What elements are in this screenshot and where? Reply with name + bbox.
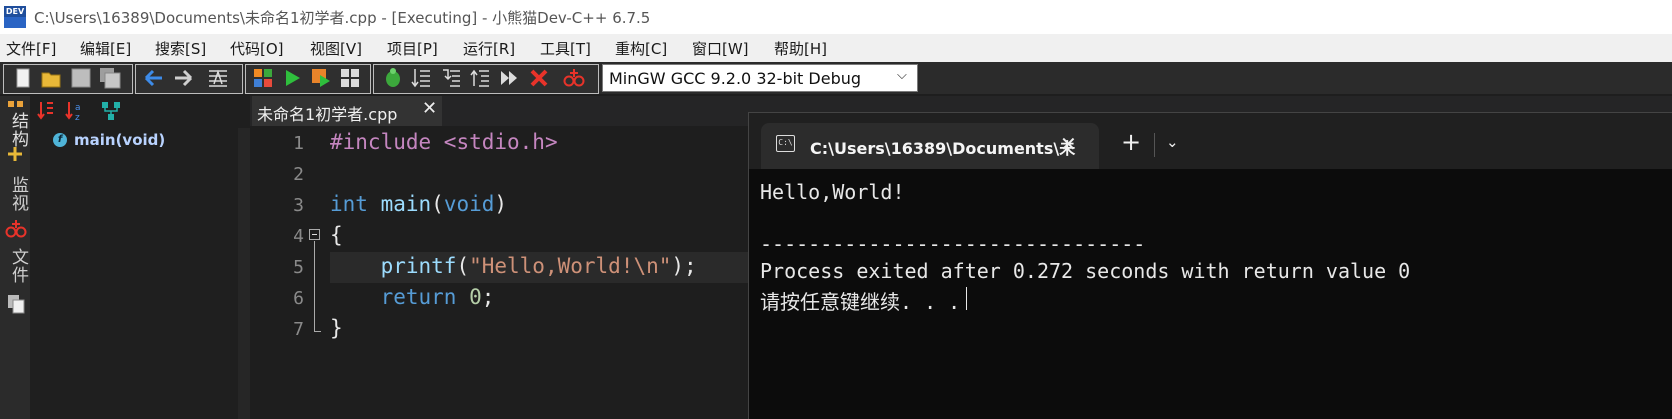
menu-file[interactable]: 文件[F] xyxy=(6,38,56,59)
open-file-icon[interactable] xyxy=(40,67,62,89)
code-line-4: { xyxy=(330,223,343,247)
watch-tab-icon xyxy=(5,220,27,238)
terminal-cursor xyxy=(966,287,968,310)
forward-icon[interactable] xyxy=(172,67,194,89)
line-number: 5 xyxy=(293,257,304,278)
menu-tools[interactable]: 工具[T] xyxy=(540,38,591,59)
step-into-icon[interactable] xyxy=(440,67,462,89)
close-icon[interactable]: ✕ xyxy=(422,98,437,119)
sort-alpha-icon[interactable] xyxy=(36,100,56,122)
terminal-output-line: 请按任意键继续. . . xyxy=(760,290,961,314)
menu-help[interactable]: 帮助[H] xyxy=(774,38,827,59)
terminal-output-line: -------------------------------- xyxy=(760,232,1146,256)
structure-tab-icon xyxy=(8,101,23,107)
show-inherited-icon[interactable] xyxy=(100,100,122,122)
compile-run-icon[interactable] xyxy=(310,67,332,89)
chevron-down-icon[interactable]: ⌵ xyxy=(897,68,907,83)
terminal-output-line: Process exited after 0.272 seconds with … xyxy=(760,259,1411,283)
code-line-5: printf("Hello,World!\n"); xyxy=(380,254,697,278)
menu-view[interactable]: 视图[V] xyxy=(310,38,362,59)
files-tab-icon xyxy=(8,295,25,314)
step-over-icon[interactable] xyxy=(410,67,432,89)
tab-structure[interactable]: 结构 xyxy=(6,112,31,148)
save-all-icon[interactable] xyxy=(99,67,121,89)
compile-icon[interactable] xyxy=(252,67,274,89)
menu-search[interactable]: 搜索[S] xyxy=(155,38,206,59)
code-line-3: int main(void) xyxy=(330,192,508,216)
app-icon-text: DEV xyxy=(5,7,25,16)
fold-guide xyxy=(314,241,315,332)
menu-run[interactable]: 运行[R] xyxy=(463,38,515,59)
new-tab-button[interactable]: + xyxy=(1121,128,1141,156)
line-number: 6 xyxy=(293,288,304,309)
function-icon: f xyxy=(53,133,67,147)
svg-text:a: a xyxy=(75,103,81,113)
line-number: 4 xyxy=(293,226,304,247)
back-icon[interactable] xyxy=(143,67,165,89)
code-line-1: #include <stdio.h> xyxy=(330,130,558,154)
fold-toggle-icon[interactable] xyxy=(309,229,320,240)
menu-project[interactable]: 项目[P] xyxy=(387,38,438,59)
format-icon[interactable] xyxy=(207,67,229,89)
menu-edit[interactable]: 编辑[E] xyxy=(80,38,131,59)
line-number: 3 xyxy=(293,195,304,216)
editor-tab-label: 未命名1初学者.cpp xyxy=(257,105,398,124)
compiler-select-value: MinGW GCC 9.2.0 32-bit Debug xyxy=(609,69,862,88)
tab-watch[interactable]: 监视 xyxy=(6,176,31,212)
menu-code[interactable]: 代码[O] xyxy=(230,38,284,59)
tab-files[interactable]: 文件 xyxy=(6,248,31,284)
app-icon: DEV xyxy=(4,6,26,28)
terminal-close-icon[interactable]: ✕ xyxy=(1060,132,1077,156)
terminal-tab-divider xyxy=(1154,133,1155,157)
line-number: 2 xyxy=(293,164,304,185)
step-out-icon[interactable] xyxy=(469,67,491,89)
continue-icon[interactable] xyxy=(498,67,520,89)
terminal-dropdown-icon[interactable]: ⌄ xyxy=(1166,133,1179,151)
terminal-tab-title: C:\Users\16389\Documents\未 xyxy=(810,139,1076,158)
svg-text:z: z xyxy=(75,113,80,122)
menu-refactor[interactable]: 重构[C] xyxy=(615,38,667,59)
line-number: 1 xyxy=(293,133,304,154)
fold-guide-end xyxy=(314,331,321,332)
rebuild-icon[interactable] xyxy=(339,67,361,89)
console-icon: C:\ xyxy=(776,135,795,152)
line-number: 7 xyxy=(293,319,304,340)
window-title: C:\Users\16389\Documents\未命名1初学者.cpp - [… xyxy=(34,9,651,27)
stop-icon[interactable] xyxy=(528,67,550,89)
terminal-output-line: Hello,World! xyxy=(760,180,905,204)
class-browser-scrollbar[interactable] xyxy=(238,128,250,419)
class-browser-item-main[interactable]: main(void) xyxy=(74,131,165,149)
debug-icon[interactable] xyxy=(382,67,404,89)
menu-window[interactable]: 窗口[W] xyxy=(692,38,749,59)
code-line-6: return 0; xyxy=(380,285,495,309)
structure-icon xyxy=(8,147,22,161)
add-watch-icon[interactable] xyxy=(563,67,585,89)
new-file-icon[interactable] xyxy=(12,67,34,89)
run-icon[interactable] xyxy=(281,67,303,89)
save-icon[interactable] xyxy=(70,67,92,89)
sort-type-icon[interactable]: az xyxy=(64,100,86,122)
code-line-7: } xyxy=(330,316,343,340)
